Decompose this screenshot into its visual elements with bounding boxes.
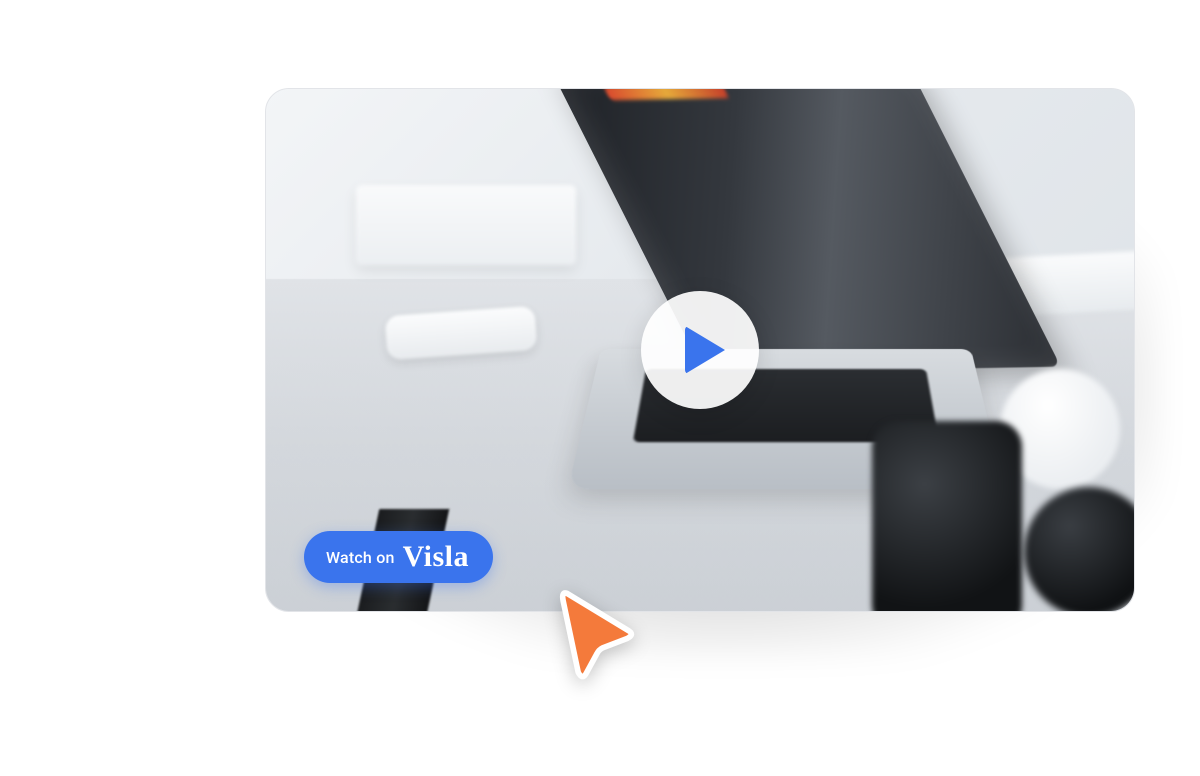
camera-lens-large <box>872 421 1022 612</box>
play-button[interactable] <box>641 291 759 409</box>
visla-brand-label: Visla <box>403 542 469 572</box>
video-preview-card: Watch on Visla <box>265 88 1135 612</box>
play-icon <box>685 326 725 374</box>
watch-on-visla-button[interactable]: Watch on Visla <box>304 531 493 583</box>
paper-stack <box>356 185 576 265</box>
video-thumbnail[interactable]: Watch on Visla <box>265 88 1135 612</box>
watch-prefix-label: Watch on <box>326 548 395 567</box>
cursor-pointer-icon <box>550 580 644 680</box>
